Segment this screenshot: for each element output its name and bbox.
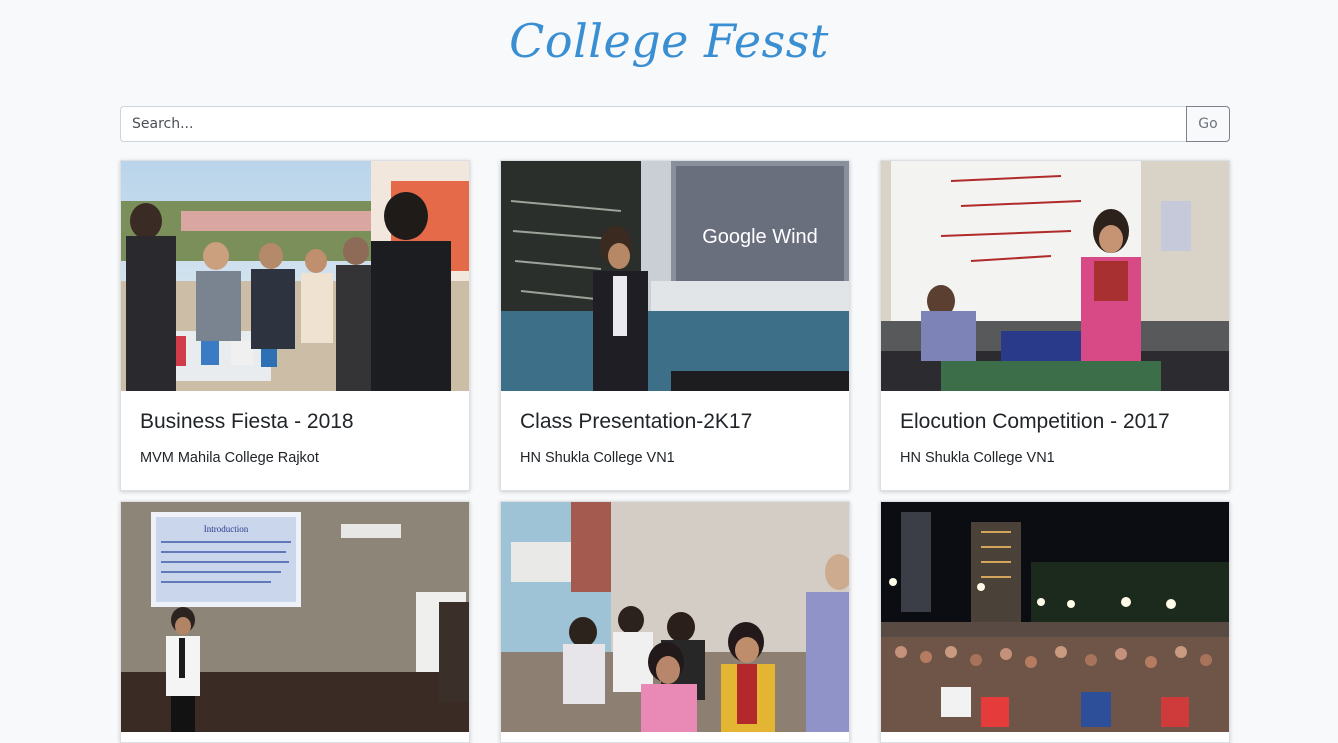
event-title[interactable]: Class Presentation-2K17	[520, 410, 752, 434]
search-input[interactable]	[120, 106, 1186, 142]
event-photo: Google Wind	[501, 161, 849, 391]
event-card[interactable]: Elocution Competition - 2017 HN Shukla C…	[880, 160, 1230, 491]
event-title[interactable]: Business Fiesta - 2018	[140, 410, 354, 434]
search-go-button[interactable]: Go	[1186, 106, 1230, 142]
event-photo	[881, 161, 1229, 391]
event-college: HN Shukla College VN1	[900, 450, 1055, 466]
event-college: MVM Mahila College Rajkot	[140, 450, 319, 466]
event-title[interactable]: Elocution Competition - 2017	[900, 410, 1170, 434]
event-photo	[881, 502, 1229, 732]
event-photo	[121, 161, 469, 391]
slide-heading-text: Introduction	[204, 524, 249, 534]
event-card[interactable]: Business Fiesta - 2018 MVM Mahila Colleg…	[120, 160, 470, 491]
event-card[interactable]: Google Wind Class Presentation-2K17 HN S…	[500, 160, 850, 491]
site-logo-title[interactable]: College Fesst	[0, 14, 1338, 68]
site-header: College Fesst	[0, 0, 1338, 100]
event-card[interactable]	[500, 501, 850, 743]
projected-slide-text: Google Wind	[702, 226, 818, 248]
event-card[interactable]	[880, 501, 1230, 743]
event-card[interactable]: Introduction	[120, 501, 470, 743]
event-college: HN Shukla College VN1	[520, 450, 675, 466]
event-photo	[501, 502, 849, 732]
search-form: Go	[120, 106, 1230, 142]
event-photo: Introduction	[121, 502, 469, 732]
